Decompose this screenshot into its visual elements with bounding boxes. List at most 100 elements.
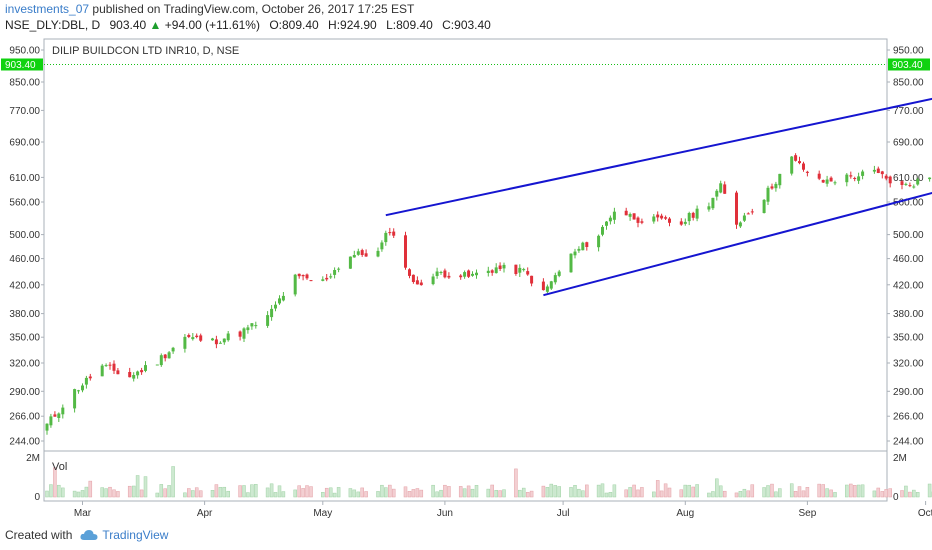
candle (108, 362, 112, 370)
volume-tick-left-zero: 0 (34, 492, 40, 503)
volume-bar (805, 487, 810, 498)
volume-bar (600, 483, 605, 498)
volume-bar (297, 485, 301, 498)
candle (880, 170, 884, 179)
chart-title: DILIP BUILDCON LTD INR10, D, NSE (52, 45, 239, 57)
candle (380, 240, 384, 252)
candle (490, 269, 494, 276)
candle (735, 190, 738, 229)
volume-bar (411, 489, 416, 498)
candle (668, 217, 671, 227)
candle (226, 331, 230, 342)
candle (530, 275, 534, 287)
volume-bar (131, 485, 136, 498)
volume-bar (49, 484, 53, 498)
volume-bar (687, 484, 691, 498)
candle (61, 404, 65, 419)
volume-bar (494, 490, 498, 498)
left-price-tick: 850.00 (9, 78, 40, 89)
volume-bar (640, 487, 644, 498)
volume-tick-right-zero: 0 (893, 492, 899, 503)
candle (278, 295, 281, 305)
volume-bar (490, 484, 494, 498)
volume-bar (462, 488, 467, 498)
candle (183, 334, 187, 353)
candle (467, 269, 471, 278)
volume-bar (852, 485, 857, 498)
candle (140, 367, 144, 375)
candle (817, 170, 821, 181)
candle (522, 267, 526, 272)
time-tick: Jun (437, 508, 453, 519)
candle (711, 197, 715, 210)
volume-bar (135, 475, 140, 498)
volume-bar (849, 483, 853, 498)
current-price-marker: 903.40 903.40 (1, 58, 930, 71)
price-chart[interactable]: DILIP BUILDCON LTD INR10, D, NSE 244.002… (0, 0, 932, 550)
time-tick: Aug (676, 508, 694, 519)
volume-bar (514, 468, 518, 498)
volume-bar (273, 492, 278, 498)
volume-bar (431, 484, 435, 498)
volume-bar (301, 488, 305, 498)
volume-bar (415, 488, 420, 498)
candle (238, 330, 242, 341)
volume-bar (403, 486, 408, 498)
candle (687, 211, 691, 226)
candle (246, 324, 250, 334)
volume-bar (364, 491, 368, 498)
volume-bar (691, 486, 695, 498)
candle (49, 413, 53, 428)
candle (459, 274, 463, 280)
volume-bar (718, 485, 723, 498)
candle (750, 208, 754, 215)
volume-bar (226, 490, 230, 498)
volume-bar (628, 487, 632, 498)
candle (738, 221, 742, 228)
volume-bar (876, 487, 881, 498)
left-price-tick: 290.00 (9, 387, 40, 398)
volume-bar (498, 490, 502, 498)
left-price-tick: 610.00 (9, 173, 40, 184)
candle (640, 218, 644, 225)
candle (475, 269, 478, 279)
candle (73, 388, 77, 413)
volume-bar (332, 492, 337, 498)
volume-tick-left-max: 2M (26, 453, 40, 464)
candle (486, 266, 490, 277)
candle (802, 161, 805, 172)
volume-tick-right-max: 2M (893, 453, 907, 464)
candle (502, 262, 506, 273)
volume-bar (439, 489, 443, 498)
candle (853, 176, 857, 182)
right-price-tick: 320.00 (893, 359, 924, 370)
candle (364, 249, 368, 257)
left-price-axis: 244.00 266.00 290.00 320.00 350.00 380.00 420.… (9, 46, 44, 448)
left-price-tick: 244.00 (9, 437, 40, 448)
candle (660, 213, 664, 220)
volume-bar (742, 488, 747, 498)
volume-bar (356, 491, 361, 498)
right-price-tick: 266.00 (893, 412, 924, 423)
candle (321, 276, 325, 282)
right-price-tick: 244.00 (893, 437, 924, 448)
volume-bar (265, 487, 270, 498)
volume-bar (407, 491, 412, 498)
candle (849, 171, 853, 179)
volume-bar (218, 487, 223, 498)
volume-bar (360, 487, 364, 498)
candle (392, 228, 396, 238)
volume-bar (45, 490, 49, 498)
candle (144, 361, 147, 373)
trendline[interactable] (385, 79, 932, 217)
candle (612, 207, 616, 224)
candle (715, 189, 719, 201)
candle (664, 215, 668, 220)
candle (900, 180, 904, 190)
volume-bar (328, 487, 333, 498)
volume-bar (324, 487, 329, 498)
tradingview-link[interactable]: TradingView (102, 526, 168, 544)
volume-bar (553, 485, 558, 498)
volume-bar (573, 485, 577, 498)
candle (333, 267, 337, 279)
